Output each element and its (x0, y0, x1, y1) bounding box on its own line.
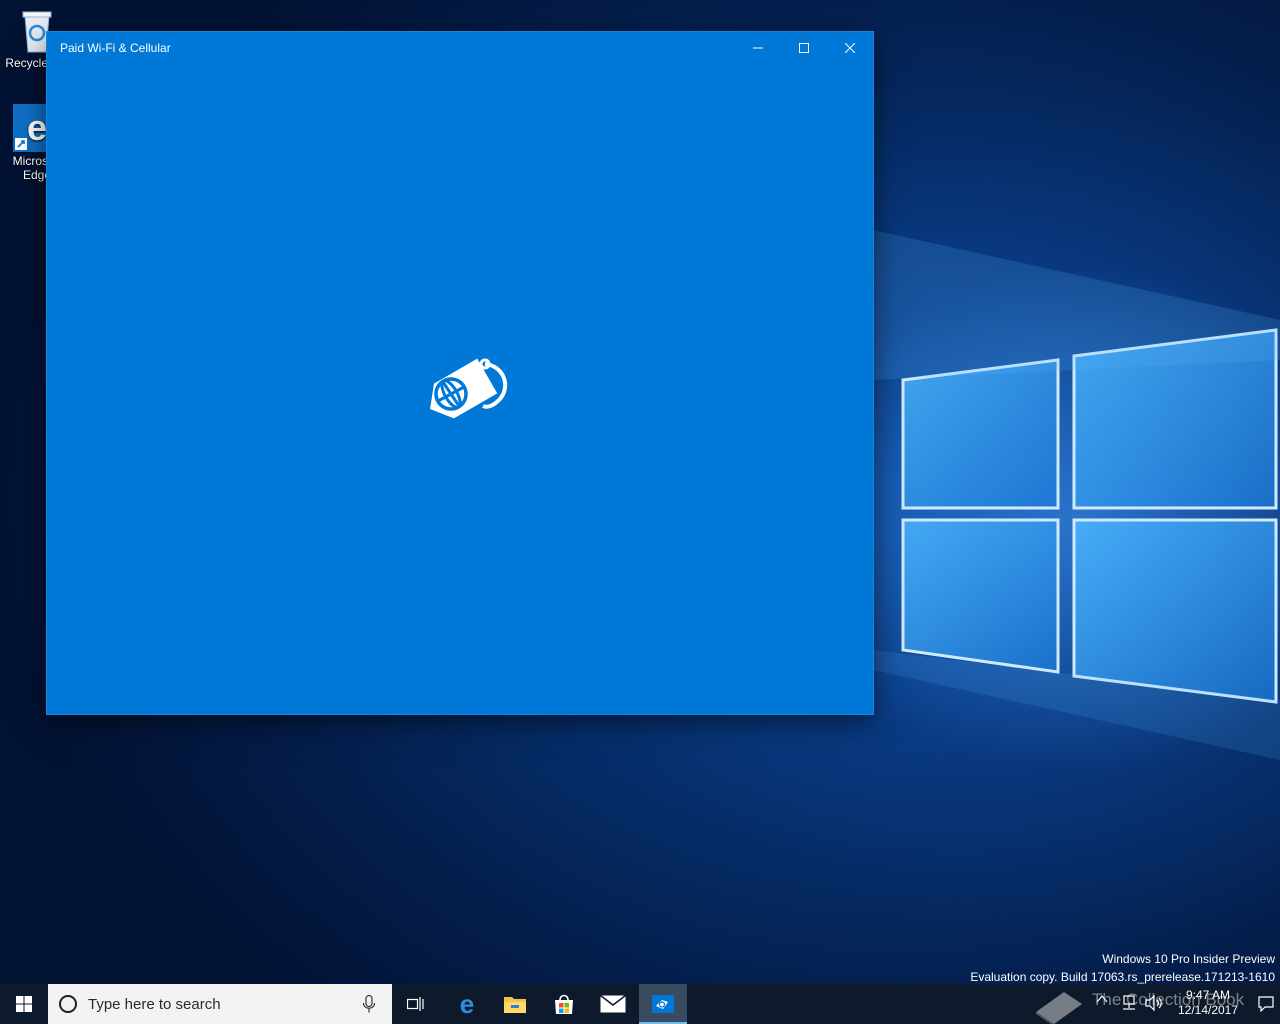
search-placeholder: Type here to search (88, 996, 221, 1013)
svg-text:e: e (460, 992, 474, 1016)
volume-icon[interactable] (1145, 995, 1163, 1011)
edge-taskbar-button[interactable]: e (443, 984, 491, 1024)
evaluation-watermark: Windows 10 Pro Insider Preview Evaluatio… (970, 950, 1275, 986)
book-watermark-icon (1036, 992, 1082, 1024)
cortana-icon (59, 995, 77, 1013)
watermark-line-1: Windows 10 Pro Insider Preview (1102, 952, 1275, 966)
paid-wifi-taskbar-button[interactable] (639, 984, 687, 1024)
mail-taskbar-button[interactable] (589, 984, 637, 1024)
system-tray: The Collection Book 9:47 AM 12/14/2017 (1030, 984, 1280, 1024)
mail-icon (600, 995, 626, 1013)
file-explorer-taskbar-button[interactable] (491, 984, 539, 1024)
close-icon (845, 42, 855, 53)
taskbar: Type here to search e The Collection Boo… (0, 984, 1280, 1024)
task-view-icon (407, 997, 424, 1011)
window-title: Paid Wi-Fi & Cellular (60, 41, 171, 55)
search-box[interactable]: Type here to search (48, 984, 392, 1024)
chevron-up-icon[interactable] (1096, 994, 1108, 1004)
svg-text:e: e (27, 107, 47, 148)
desktop: Recycle Bin e Microsoft Edge Paid Wi-Fi … (0, 0, 1280, 1024)
notifications-icon (1258, 996, 1274, 1012)
file-explorer-icon (504, 997, 526, 1013)
minimize-button[interactable] (735, 32, 781, 63)
task-view-button[interactable] (392, 984, 440, 1024)
clock[interactable]: 9:47 AM 12/14/2017 (1166, 988, 1250, 1018)
action-center-button[interactable] (1252, 984, 1280, 1024)
title-bar[interactable]: Paid Wi-Fi & Cellular (47, 32, 873, 63)
store-taskbar-button[interactable] (540, 984, 588, 1024)
paid-wifi-window[interactable]: Paid Wi-Fi & Cellular (47, 32, 873, 714)
sim-tag-globe-icon (430, 358, 508, 419)
close-button[interactable] (827, 32, 873, 63)
store-icon (555, 994, 573, 1014)
microphone-icon[interactable] (362, 995, 376, 1013)
edge-icon: e (460, 992, 474, 1016)
minimize-icon (753, 47, 763, 48)
start-button[interactable] (0, 984, 48, 1024)
clock-time: 9:47 AM (1185, 988, 1231, 1002)
windows-start-icon (16, 996, 32, 1012)
network-icon[interactable] (1120, 995, 1138, 1011)
paid-wifi-icon (652, 995, 674, 1013)
maximize-button[interactable] (781, 32, 827, 63)
clock-date: 12/14/2017 (1177, 1003, 1239, 1017)
maximize-icon (799, 42, 809, 53)
